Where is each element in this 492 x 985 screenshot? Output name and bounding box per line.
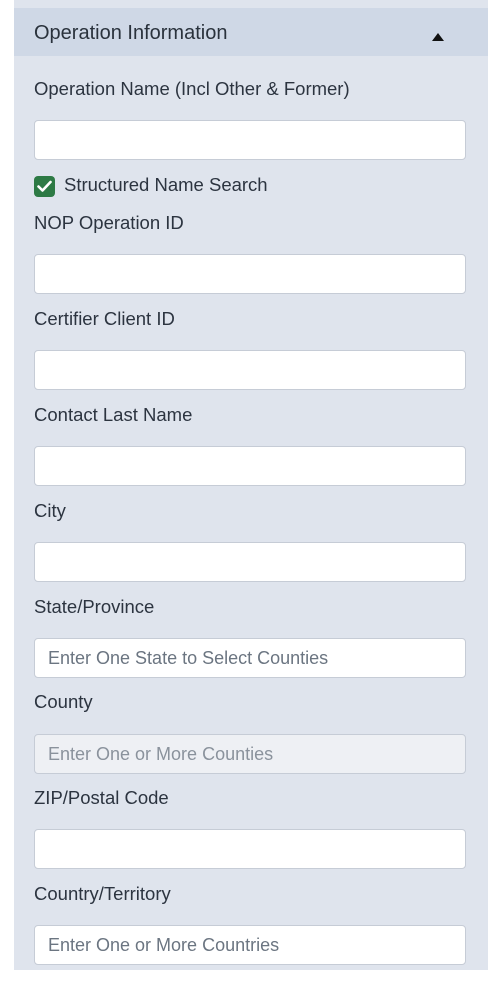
operation-name-input[interactable]: [34, 120, 466, 160]
country-territory-placeholder: Enter One or More Countries: [48, 935, 280, 955]
nop-operation-id-input[interactable]: [34, 254, 466, 294]
operation-information-panel: Operation Information Operation Name (In…: [14, 0, 488, 970]
country-territory-label: Country/Territory: [34, 883, 171, 904]
panel-header[interactable]: Operation Information: [14, 8, 488, 56]
county-label: County: [34, 691, 93, 712]
zip-postal-code-input[interactable]: [34, 829, 466, 869]
structured-name-search-checkbox[interactable]: [34, 176, 55, 197]
contact-last-name-input[interactable]: [34, 446, 466, 486]
city-label: City: [34, 500, 66, 521]
triangle-up-icon[interactable]: [432, 33, 444, 41]
panel-title: Operation Information: [34, 22, 228, 44]
state-province-placeholder: Enter One State to Select Counties: [48, 648, 329, 668]
structured-name-search-label[interactable]: Structured Name Search: [64, 174, 268, 196]
contact-last-name-label: Contact Last Name: [34, 404, 193, 425]
state-province-input[interactable]: Enter One State to Select Counties: [34, 638, 466, 678]
state-province-label: State/Province: [34, 596, 155, 617]
country-territory-input[interactable]: Enter One or More Countries: [34, 925, 466, 965]
certifier-client-id-input[interactable]: [34, 350, 466, 390]
check-icon: [37, 180, 52, 192]
operation-name-label: Operation Name (Incl Other & Former): [34, 78, 350, 99]
zip-postal-code-label: ZIP/Postal Code: [34, 787, 169, 808]
certifier-client-id-label: Certifier Client ID: [34, 308, 175, 329]
county-input: Enter One or More Counties: [34, 734, 466, 774]
nop-operation-id-label: NOP Operation ID: [34, 212, 184, 233]
county-placeholder: Enter One or More Counties: [48, 744, 274, 764]
city-input[interactable]: [34, 542, 466, 582]
